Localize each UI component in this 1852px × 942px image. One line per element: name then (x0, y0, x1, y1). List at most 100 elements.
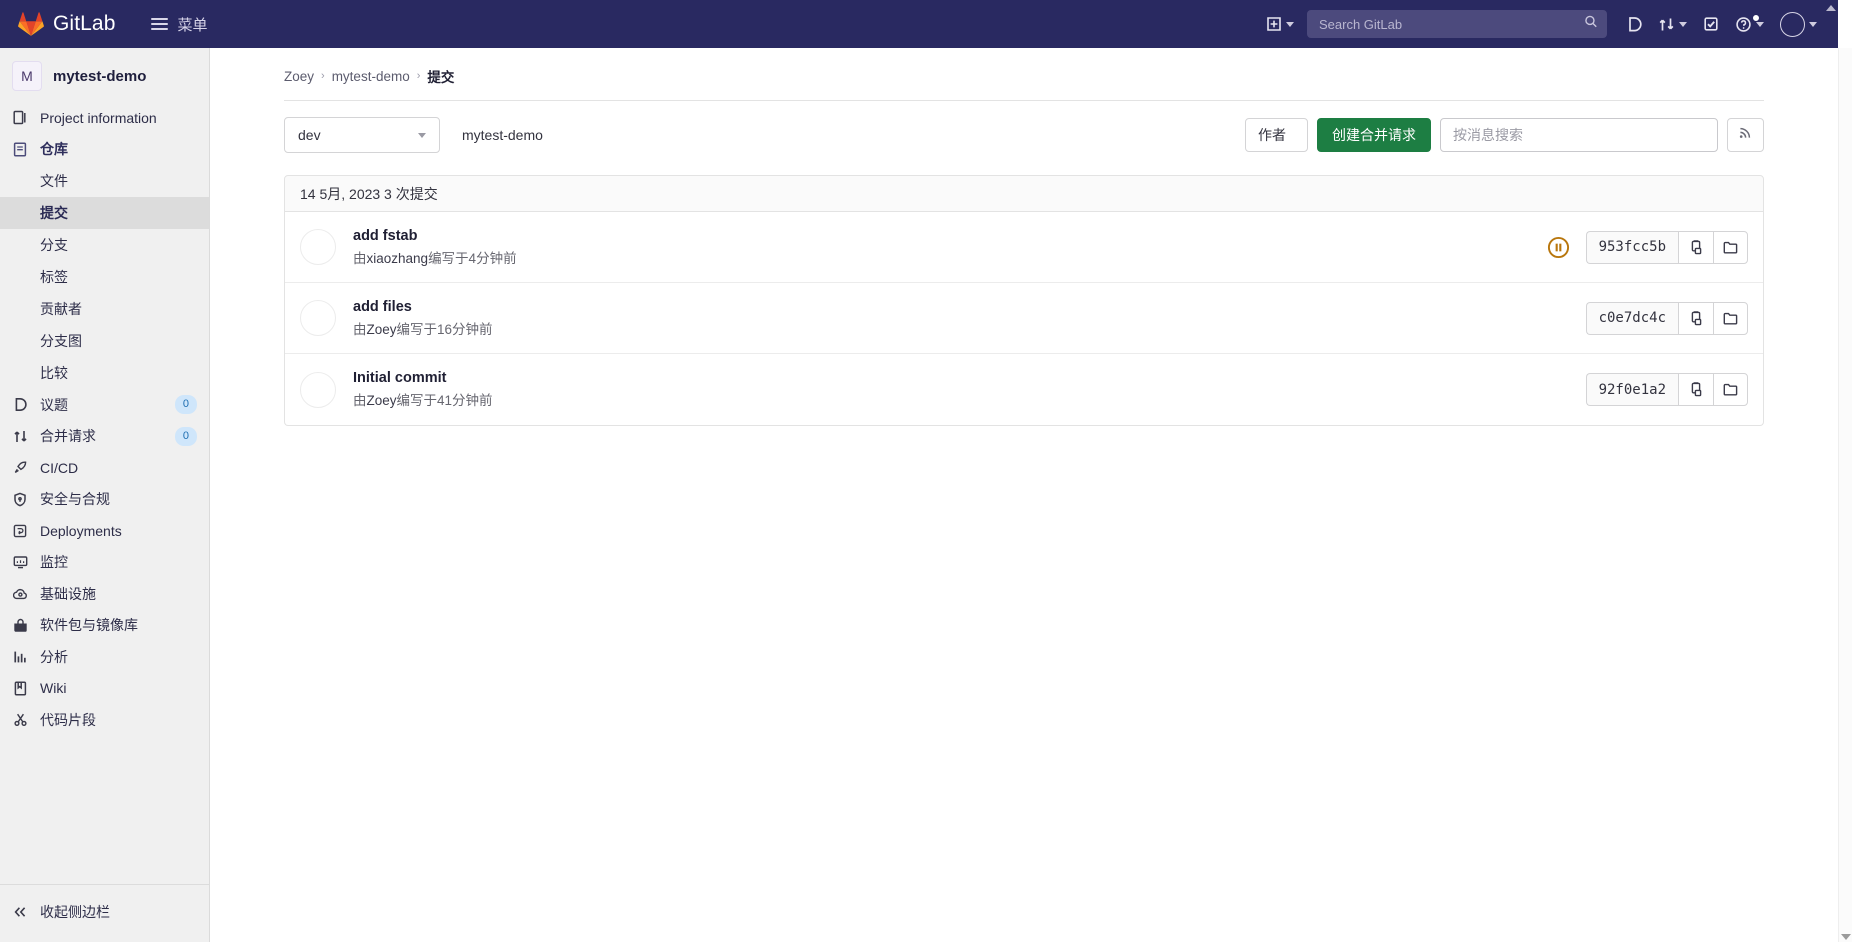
scroll-down-arrow[interactable] (1840, 934, 1851, 940)
breadcrumb-current: 提交 (427, 70, 455, 85)
branch-select[interactable]: dev (284, 117, 440, 153)
sidebar-item-analytics[interactable]: 分析 (0, 641, 209, 673)
sidebar-item-snippets[interactable]: 代码片段 (0, 704, 209, 736)
sidebar-item-security[interactable]: 安全与合规 (0, 484, 209, 516)
snippet-scissors-icon (12, 712, 28, 728)
issues-nav-button[interactable] (1619, 10, 1649, 39)
chevron-down-icon (418, 132, 426, 138)
wiki-book-icon (12, 680, 28, 696)
sidebar-item-repository[interactable]: 仓库 (0, 134, 209, 166)
breadcrumb-item-project[interactable]: mytest-demo (332, 69, 410, 84)
commit-text-block: add fstab 由xiaozhang编写于4分钟前 (353, 228, 517, 267)
author-filter-dropdown[interactable]: 作者 (1245, 118, 1308, 152)
sidebar-item-packages[interactable]: 软件包与镜像库 (0, 610, 209, 642)
commit-author[interactable]: xiaozhang (367, 251, 429, 266)
commit-sha-group: c0e7dc4c (1585, 301, 1748, 335)
analytics-icon (12, 649, 28, 665)
issues-icon (1626, 16, 1642, 33)
merge-requests-count-badge: 0 (174, 426, 197, 446)
sidebar-item-contributors[interactable]: 贡献者 (0, 293, 209, 325)
sidebar-item-monitor[interactable]: 监控 (0, 547, 209, 579)
commit-author[interactable]: Zoey (367, 393, 397, 408)
commit-sha[interactable]: c0e7dc4c (1585, 301, 1678, 335)
create-merge-request-button[interactable]: 创建合并请求 (1317, 118, 1431, 152)
todos-nav-button[interactable] (1696, 10, 1726, 38)
hamburger-icon (151, 18, 169, 30)
commit-meta: 由Zoey编写于16分钟前 (353, 321, 493, 337)
sidebar-item-infrastructure[interactable]: 基础设施 (0, 578, 209, 610)
main-menu-button[interactable]: 菜单 (145, 9, 213, 40)
user-menu-button[interactable] (1773, 6, 1824, 43)
merge-request-icon (12, 428, 28, 444)
chevron-double-left-icon (12, 906, 28, 918)
sidebar-item-merge-requests[interactable]: 合并请求 0 (0, 421, 209, 453)
copy-clipboard-icon[interactable] (1678, 301, 1713, 335)
user-avatar (1780, 11, 1805, 37)
sidebar-item-label: 合并请求 (40, 428, 96, 445)
commit-sha[interactable]: 92f0e1a2 (1585, 373, 1678, 406)
sidebar-item-compare[interactable]: 比较 (0, 357, 209, 389)
sub-item-label: 文件 (40, 173, 68, 189)
package-icon (12, 617, 28, 633)
sidebar-item-tags[interactable]: 标签 (0, 261, 209, 293)
rss-feed-icon (1738, 125, 1753, 145)
sidebar-item-label: 议题 (40, 396, 68, 413)
sidebar-item-deployments[interactable]: Deployments (0, 515, 209, 547)
commit-title[interactable]: add files (353, 299, 493, 315)
browse-files-folder-icon[interactable] (1713, 301, 1748, 335)
sidebar-item-graph[interactable]: 分支图 (0, 325, 209, 357)
project-avatar: M (12, 61, 42, 91)
merge-requests-nav-button[interactable] (1651, 10, 1694, 39)
browse-files-folder-icon[interactable] (1713, 373, 1748, 406)
global-search[interactable] (1307, 10, 1607, 38)
project-info-icon (12, 110, 28, 126)
sidebar-item-commits[interactable]: 提交 (0, 197, 209, 229)
main-content: Zoey › mytest-demo › 提交 dev mytest-demo … (210, 48, 1838, 942)
copy-clipboard-icon[interactable] (1678, 373, 1713, 406)
sidebar-item-label: 分析 (40, 648, 68, 665)
rocket-icon (12, 460, 28, 476)
help-circle-icon (1735, 16, 1752, 33)
sidebar-item-project-information[interactable]: Project information (0, 102, 209, 134)
pipeline-status-icon[interactable] (1547, 236, 1570, 259)
sidebar-project-header[interactable]: M mytest-demo (0, 48, 209, 102)
monitor-icon (12, 554, 28, 570)
sidebar-item-issues[interactable]: 议题 0 (0, 389, 209, 421)
commit-text-block: Initial commit 由Zoey编写于41分钟前 (353, 370, 493, 409)
commit-meta: 由xiaozhang编写于4分钟前 (353, 250, 517, 266)
gitlab-logo-icon[interactable] (18, 11, 44, 37)
commit-sha[interactable]: 953fcc5b (1585, 230, 1678, 264)
sidebar-item-branches[interactable]: 分支 (0, 229, 209, 261)
scroll-up-arrow[interactable] (1826, 5, 1836, 11)
shield-icon (12, 491, 28, 507)
copy-clipboard-icon[interactable] (1678, 230, 1713, 264)
commits-panel: 14 5月, 2023 3 次提交 add fstab 由xiaozhang编写… (284, 175, 1764, 426)
rss-feed-button[interactable] (1727, 118, 1764, 152)
message-search-input[interactable] (1440, 118, 1718, 152)
commit-meta: 由Zoey编写于41分钟前 (353, 393, 493, 408)
repository-icon (12, 141, 28, 157)
table-row: Initial commit 由Zoey编写于41分钟前 92f0e1a2 (285, 354, 1763, 425)
vertical-scrollbar[interactable] (1838, 48, 1852, 942)
commit-title[interactable]: add fstab (353, 228, 517, 244)
help-nav-button[interactable] (1728, 10, 1771, 39)
new-item-button[interactable] (1259, 10, 1301, 38)
breadcrumb-item-group[interactable]: Zoey (284, 69, 314, 84)
breadcrumb-separator: › (321, 70, 325, 82)
chevron-down-icon (1809, 21, 1817, 27)
sidebar-item-label: 基础设施 (40, 585, 96, 602)
sub-item-label: 贡献者 (40, 301, 82, 317)
collapse-sidebar-button[interactable]: 收起侧边栏 (0, 898, 209, 926)
repository-subnav: 文件 提交 分支 标签 贡献者 分支图 比较 (0, 165, 209, 389)
sidebar-item-wiki[interactable]: Wiki (0, 673, 209, 705)
branch-select-value: dev (298, 127, 321, 143)
browse-files-folder-icon[interactable] (1713, 230, 1748, 264)
sidebar-item-cicd[interactable]: CI/CD (0, 452, 209, 484)
commit-title[interactable]: Initial commit (353, 370, 493, 386)
toolbar-right: 作者 创建合并请求 (1245, 118, 1764, 152)
deployments-icon (12, 523, 28, 539)
search-input[interactable] (1307, 10, 1607, 38)
commit-author[interactable]: Zoey (367, 322, 397, 337)
sidebar-item-files[interactable]: 文件 (0, 165, 209, 197)
